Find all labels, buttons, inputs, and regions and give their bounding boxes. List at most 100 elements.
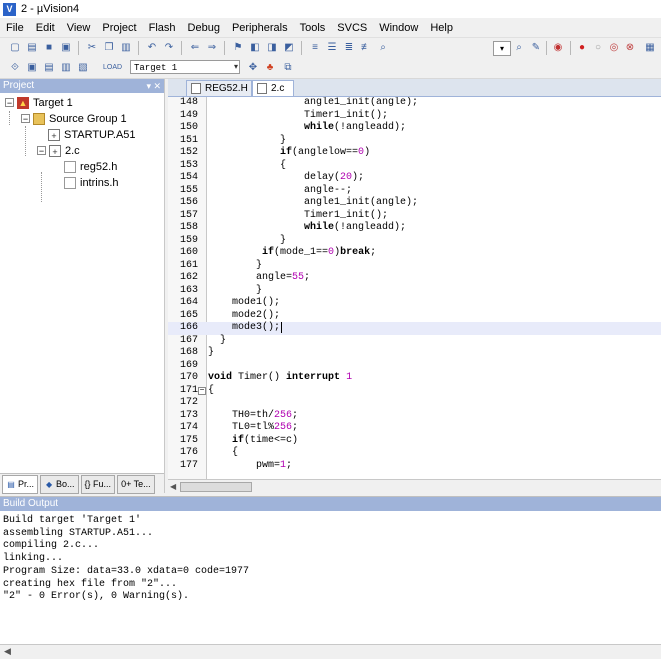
menu-file[interactable]: File — [0, 22, 30, 34]
scroll-left-icon[interactable]: ◀ — [170, 482, 176, 491]
scrollbar-thumb[interactable] — [180, 482, 252, 492]
tab-functions[interactable]: {} Fu... — [80, 475, 116, 494]
find-dropdown[interactable]: ▾ — [493, 41, 511, 56]
tab-templates[interactable]: 0+ Te... — [117, 475, 155, 494]
code-line[interactable]: 168} — [168, 347, 661, 360]
target-select[interactable]: Target 1 ▾ — [130, 60, 240, 74]
tree-node-intrins[interactable]: intrins.h — [64, 175, 119, 190]
copy-icon[interactable]: ❐ — [102, 41, 116, 55]
comment-icon[interactable]: ≣ — [342, 41, 356, 55]
bookmark-icon[interactable]: ⚑ — [231, 41, 245, 55]
scroll-left-icon[interactable]: ◀ — [4, 646, 11, 657]
code-line[interactable]: 167 } — [168, 335, 661, 348]
fold-toggle-icon[interactable]: − — [198, 386, 206, 395]
tab-books[interactable]: ◆ Bo... — [40, 475, 79, 494]
tree-node-2c[interactable]: − + 2.c — [37, 143, 80, 158]
save-all-icon[interactable]: ▣ — [59, 41, 73, 55]
save-icon[interactable]: ■ — [42, 41, 56, 55]
code-line[interactable]: 165 mode2(); — [168, 310, 661, 323]
nav-back-icon[interactable]: ⇐ — [188, 41, 202, 55]
next-bookmark-icon[interactable]: ◨ — [265, 41, 279, 55]
find-icon[interactable]: ⌕ — [512, 41, 526, 55]
code-line[interactable]: 169 — [168, 360, 661, 373]
breakpoint-icon[interactable]: ● — [575, 41, 589, 55]
code-line[interactable]: 149 Timer1_init(); — [168, 110, 661, 123]
code-line[interactable]: 162 angle=55; — [168, 272, 661, 285]
new-file-icon[interactable]: ▢ — [8, 41, 22, 55]
code-line[interactable]: 155 angle--; — [168, 185, 661, 198]
code-line[interactable]: 150 while(!angleadd); — [168, 122, 661, 135]
undo-icon[interactable]: ↶ — [145, 41, 159, 55]
menu-debug[interactable]: Debug — [182, 22, 226, 34]
panel-controls[interactable]: ▾ ✕ — [146, 79, 161, 93]
code-line[interactable]: 173 TH0=th/256; — [168, 410, 661, 423]
tree-node-reg52[interactable]: reg52.h — [64, 159, 117, 174]
tree-node-startup[interactable]: + STARTUP.A51 — [48, 127, 136, 142]
menu-project[interactable]: Project — [96, 22, 142, 34]
code-line[interactable]: 163 } — [168, 285, 661, 298]
nav-forward-icon[interactable]: ⇒ — [205, 41, 219, 55]
menu-svcs[interactable]: SVCS — [331, 22, 373, 34]
window-layout-icon[interactable]: ▦ — [643, 41, 657, 55]
prev-bookmark-icon[interactable]: ◧ — [248, 41, 262, 55]
collapse-toggle[interactable]: − — [37, 146, 46, 156]
code-line[interactable]: 148 angle1_init(angle); — [168, 97, 661, 110]
code-line[interactable]: 156 angle1_init(angle); — [168, 197, 661, 210]
code-line[interactable]: 152 if(anglelow==0) — [168, 147, 661, 160]
paste-icon[interactable]: ▥ — [119, 41, 133, 55]
tree-node-source-group[interactable]: − Source Group 1 — [21, 111, 127, 126]
code-line[interactable]: 177 pwm=1; — [168, 460, 661, 473]
code-line[interactable]: 164 mode1(); — [168, 297, 661, 310]
menu-help[interactable]: Help — [424, 22, 459, 34]
incremental-find-icon[interactable]: ✎ — [529, 41, 543, 55]
collapse-toggle[interactable]: − — [21, 114, 30, 124]
horizontal-scrollbar[interactable]: ◀ — [168, 479, 661, 494]
code-line[interactable]: 174 TL0=tl%256; — [168, 422, 661, 435]
disable-breakpoint-icon[interactable]: ○ — [591, 41, 605, 55]
stop-build-icon[interactable]: ▧ — [76, 61, 90, 75]
tab-project[interactable]: ▤ Pr... — [2, 475, 39, 494]
code-line[interactable]: 171−{ — [168, 385, 661, 398]
collapse-toggle[interactable]: − — [5, 98, 14, 108]
code-line[interactable]: 159 } — [168, 235, 661, 248]
tab-2c[interactable]: 2.c — [252, 80, 294, 96]
code-line[interactable]: 175 if(time<=c) — [168, 435, 661, 448]
code-line[interactable]: 160 if(mode_1==0)break; — [168, 247, 661, 260]
debug-start-icon[interactable]: ◉ — [551, 41, 565, 55]
clear-bookmarks-icon[interactable]: ◩ — [282, 41, 296, 55]
menu-edit[interactable]: Edit — [30, 22, 61, 34]
build-icon[interactable]: ▣ — [25, 61, 39, 75]
menu-flash[interactable]: Flash — [143, 22, 182, 34]
code-line[interactable]: 166 mode3(); — [168, 322, 661, 335]
uncomment-icon[interactable]: ≢ — [359, 41, 373, 55]
rebuild-icon[interactable]: ▤ — [42, 61, 56, 75]
code-line[interactable]: 153 { — [168, 160, 661, 173]
code-line[interactable]: 151 } — [168, 135, 661, 148]
code-area[interactable]: 148 angle1_init(angle); 149 Timer1_init()… — [168, 97, 661, 480]
select-packs-icon[interactable]: ⧉ — [281, 61, 295, 75]
tab-reg52[interactable]: REG52.H — [186, 80, 252, 96]
code-line[interactable]: 158 while(!angleadd); — [168, 222, 661, 235]
cut-icon[interactable]: ✂ — [85, 41, 99, 55]
menu-tools[interactable]: Tools — [294, 22, 332, 34]
redo-icon[interactable]: ↷ — [162, 41, 176, 55]
menu-view[interactable]: View — [61, 22, 97, 34]
manage-components-icon[interactable]: ♣ — [263, 61, 277, 75]
open-folder-icon[interactable]: ▤ — [25, 41, 39, 55]
code-line[interactable]: 170 void Timer() interrupt 1 — [168, 372, 661, 385]
code-line[interactable]: 176 { — [168, 447, 661, 460]
code-line[interactable]: 154 delay(20); — [168, 172, 661, 185]
download-icon[interactable]: LOAD — [103, 61, 122, 75]
code-line[interactable]: 161 } — [168, 260, 661, 273]
code-line[interactable]: 157 Timer1_init(); — [168, 210, 661, 223]
disable-all-breakpoints-icon[interactable]: ◎ — [607, 41, 621, 55]
translate-icon[interactable]: ⟐ — [8, 61, 22, 75]
target-options-icon[interactable]: ✥ — [246, 61, 260, 75]
batch-build-icon[interactable]: ▥ — [59, 61, 73, 75]
menu-peripherals[interactable]: Peripherals — [226, 22, 294, 34]
code-line[interactable]: 172 — [168, 397, 661, 410]
unindent-icon[interactable]: ☰ — [325, 41, 339, 55]
tree-node-target[interactable]: − ▲ Target 1 — [5, 95, 73, 110]
menu-window[interactable]: Window — [373, 22, 424, 34]
find-in-files-icon[interactable]: ⌕ — [376, 41, 390, 55]
